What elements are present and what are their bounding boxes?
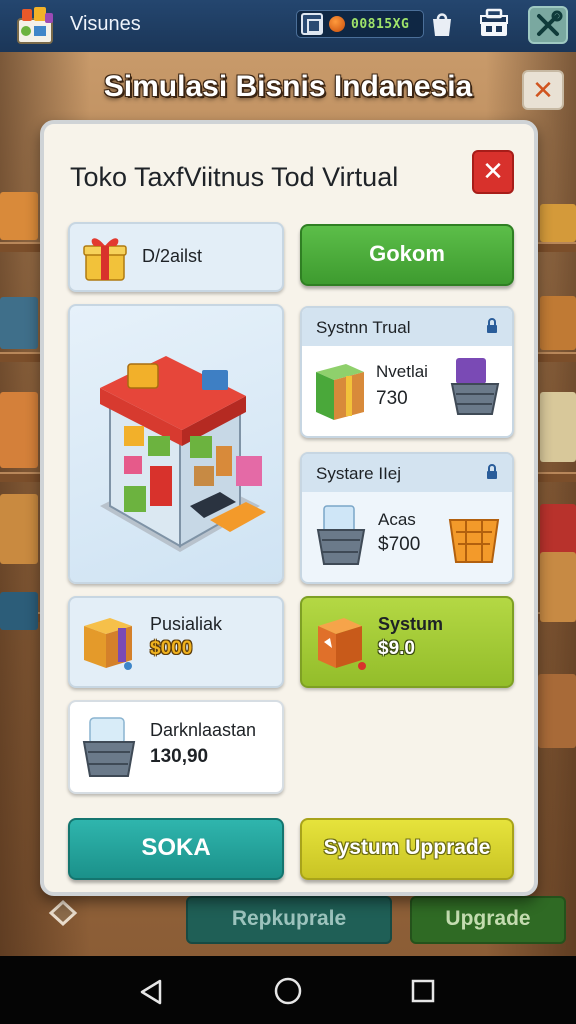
app-top-bar: Visunes 00815XG <box>0 0 576 52</box>
modal-close-button[interactable]: ✕ <box>472 150 514 194</box>
shopping-bag-icon[interactable] <box>430 10 454 38</box>
green-crate-icon <box>312 358 368 424</box>
crate-image <box>540 552 576 622</box>
shop-modal: Toko TaxfViitnus Tod Virtual ✕ D/2ailst … <box>40 120 538 896</box>
product-1-price: $000 <box>150 638 193 659</box>
page-title: Simulasi Bisnis Indanesia <box>103 70 473 103</box>
crate-image <box>0 592 38 630</box>
crate-image <box>0 494 38 564</box>
system-card-1[interactable]: Systnn Trual Nvetlai 730 <box>300 306 514 438</box>
currency-value: 00815XG <box>351 16 410 32</box>
lock-icon <box>486 318 498 334</box>
wrench-icon <box>537 10 563 36</box>
orange-box-icon <box>312 608 368 674</box>
product-3-label: Darknlaastan <box>150 720 257 740</box>
currency-display: 00815XG <box>296 10 424 38</box>
system-card-title: Systnn Trual <box>316 318 411 337</box>
upgrade-button[interactable]: Upgrade <box>410 896 566 944</box>
product-1-label: Pusialiak <box>150 614 223 634</box>
crate-image <box>540 392 576 462</box>
diamond-icon[interactable] <box>48 898 78 928</box>
shelf <box>534 352 576 362</box>
inventory-box-icon <box>301 13 323 35</box>
crate-image <box>538 674 576 748</box>
crate-image <box>0 392 38 468</box>
ice-basket-icon <box>80 714 138 780</box>
system-card-2-label: Acas <box>378 510 416 529</box>
product-2-price: $9.0 <box>378 638 415 659</box>
gift-card[interactable]: D/2ailst <box>68 222 284 292</box>
blue-basket-icon <box>314 502 368 570</box>
gift-card-label: D/2ailst <box>142 246 203 266</box>
modal-title: Toko TaxfViitnus Tod Virtual <box>70 162 399 192</box>
lock-icon <box>486 464 498 480</box>
product-card-3[interactable]: Darknlaastan 130,90 <box>68 700 284 794</box>
system-card-title: Systare IIej <box>316 464 402 483</box>
crate-image <box>540 296 576 350</box>
store-building-image <box>100 356 266 552</box>
outer-close-button[interactable]: ✕ <box>522 70 564 110</box>
store-icon[interactable] <box>478 8 510 40</box>
shelf <box>0 242 44 252</box>
system-card-header: Systare IIej <box>302 454 512 492</box>
system-navigation-bar <box>0 956 576 1024</box>
back-nav-icon[interactable] <box>138 978 164 1006</box>
shelf <box>0 472 44 482</box>
product-3-price: 130,90 <box>150 746 209 767</box>
product-2-label: Systum <box>378 614 444 634</box>
package-icon <box>80 608 138 674</box>
recents-nav-icon[interactable] <box>410 978 436 1004</box>
crate-image <box>540 204 576 242</box>
system-card-2[interactable]: Systare IIej Acas $700 <box>300 452 514 584</box>
coin-icon <box>329 16 345 32</box>
crate-image <box>0 192 38 240</box>
home-nav-icon[interactable] <box>273 976 303 1006</box>
system-card-2-value: $700 <box>378 534 421 555</box>
repkuprale-button[interactable]: Repkuprale <box>186 896 392 944</box>
app-logo-icon[interactable] <box>12 5 58 47</box>
system-card-1-label: Nvetlai <box>376 362 428 381</box>
orange-basket-icon <box>446 506 502 566</box>
system-card-header: Systnn Trual <box>302 308 512 346</box>
shelf <box>0 352 44 362</box>
crate-image <box>0 297 38 349</box>
system-upgrade-button[interactable]: Systum Upprade <box>300 818 514 880</box>
basket-icon <box>448 354 502 420</box>
gift-icon <box>80 230 130 284</box>
shelf <box>534 472 576 482</box>
tools-button[interactable] <box>528 6 568 44</box>
app-name: Visunes <box>70 13 141 35</box>
gokom-button[interactable]: Gokom <box>300 224 514 286</box>
shelf <box>534 242 576 252</box>
product-card-1[interactable]: Pusialiak $000 <box>68 596 284 688</box>
soka-button[interactable]: SOKA <box>68 818 284 880</box>
store-illustration <box>68 304 284 584</box>
product-card-2[interactable]: Systum $9.0 <box>300 596 514 688</box>
system-card-1-value: 730 <box>376 388 408 409</box>
